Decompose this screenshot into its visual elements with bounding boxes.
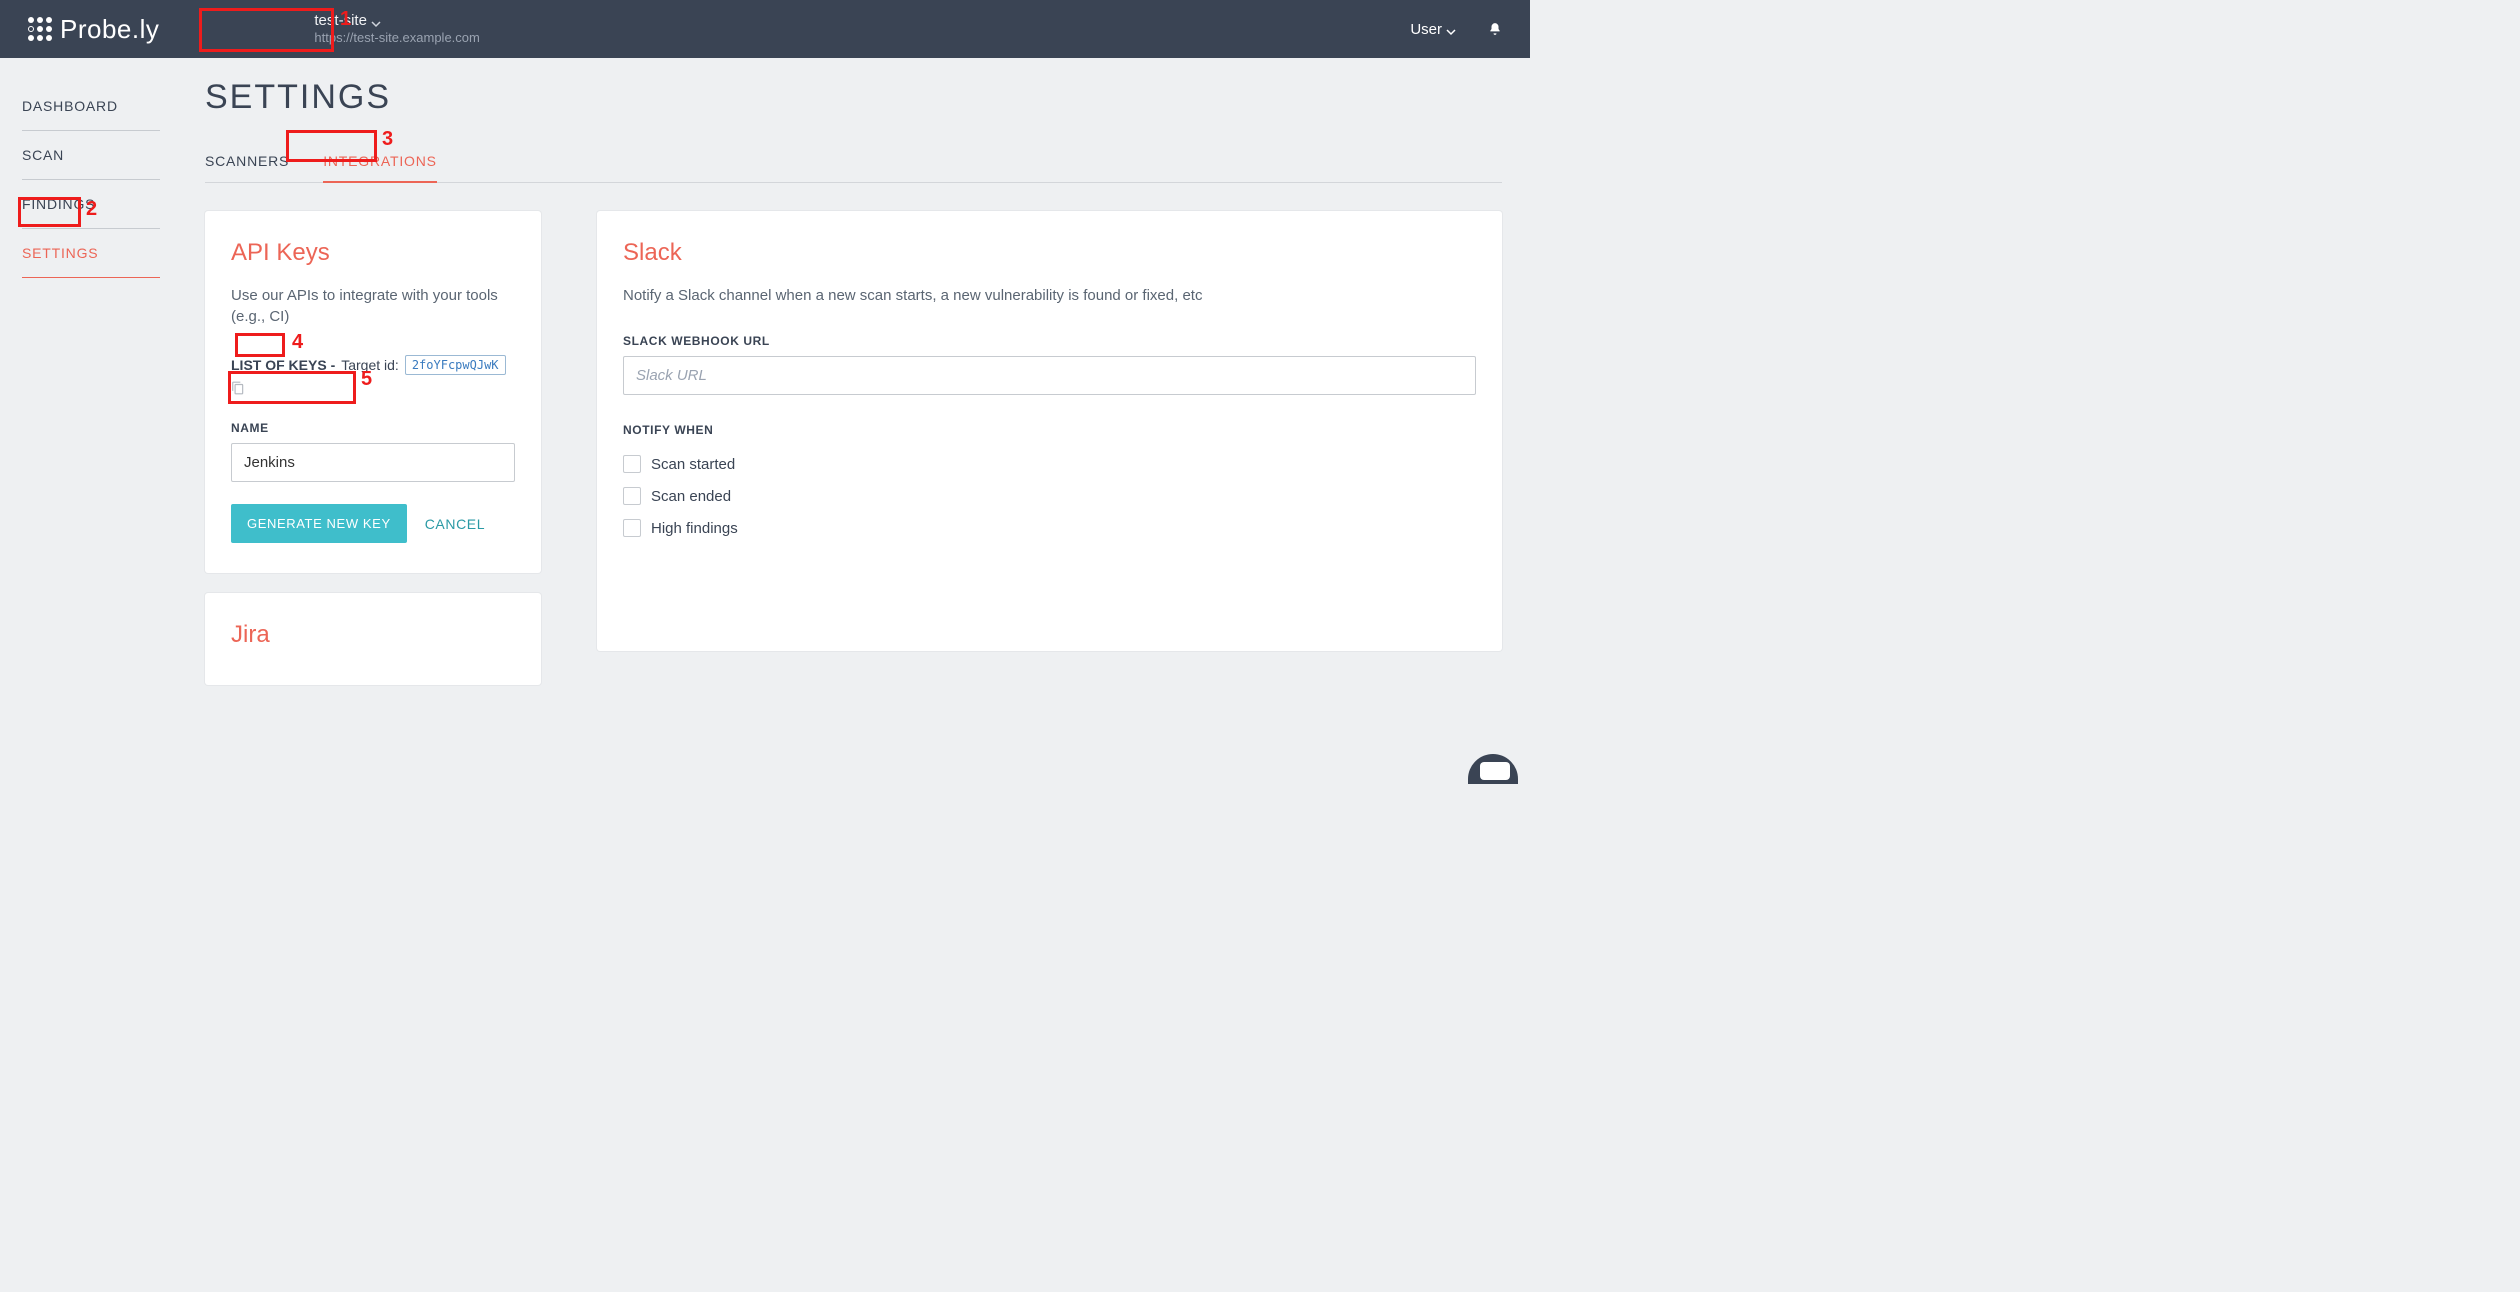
chat-fab[interactable]	[1468, 754, 1518, 784]
notify-option[interactable]: Scan started	[623, 455, 1476, 473]
card-title: Slack	[623, 239, 1476, 267]
keys-line: LIST OF KEYS - Target id: 2foYFcpwQJwK	[231, 355, 515, 395]
brand-logo[interactable]: Probe.ly	[28, 14, 159, 45]
list-of-keys-label: LIST OF KEYS -	[231, 357, 335, 373]
sidebar: DASHBOARD SCAN FINDINGS SETTINGS	[0, 58, 160, 278]
site-url: https://test-site.example.com	[314, 30, 479, 46]
cancel-button[interactable]: CANCEL	[425, 516, 485, 532]
notify-option[interactable]: High findings	[623, 519, 1476, 537]
sidebar-item-dashboard[interactable]: DASHBOARD	[22, 82, 160, 131]
copy-icon[interactable]	[231, 381, 245, 395]
site-picker[interactable]: test-site https://test-site.example.com	[314, 12, 479, 46]
sidebar-item-scan[interactable]: SCAN	[22, 131, 160, 180]
tabs: SCANNERS INTEGRATIONS	[205, 143, 1502, 183]
card-jira: Jira	[205, 593, 541, 685]
site-name: test-site	[314, 12, 367, 30]
card-title: Jira	[231, 621, 515, 649]
checkbox-icon	[623, 455, 641, 473]
card-desc: Use our APIs to integrate with your tool…	[231, 285, 515, 327]
tab-scanners[interactable]: SCANNERS	[205, 143, 289, 182]
tab-integrations[interactable]: INTEGRATIONS	[323, 143, 437, 183]
chevron-down-icon	[371, 16, 381, 26]
bell-icon[interactable]	[1488, 22, 1502, 36]
user-menu[interactable]: User	[1410, 21, 1456, 38]
card-api-keys: API Keys Use our APIs to integrate with …	[205, 211, 541, 573]
notify-when-label: NOTIFY WHEN	[623, 423, 1476, 437]
target-id-value: 2foYFcpwQJwK	[405, 355, 506, 375]
checkbox-icon	[623, 487, 641, 505]
main: SETTINGS SCANNERS INTEGRATIONS API Keys …	[205, 58, 1502, 705]
generate-key-button[interactable]: GENERATE NEW KEY	[231, 504, 407, 543]
chat-icon	[1480, 762, 1510, 780]
card-desc: Notify a Slack channel when a new scan s…	[623, 285, 1476, 306]
key-name-input[interactable]	[231, 443, 515, 482]
webhook-url-label: SLACK WEBHOOK URL	[623, 334, 1476, 348]
card-title: API Keys	[231, 239, 515, 267]
logo-dots-icon	[28, 17, 52, 41]
sidebar-item-findings[interactable]: FINDINGS	[22, 180, 160, 229]
checkbox-icon	[623, 519, 641, 537]
slack-url-input[interactable]	[623, 356, 1476, 395]
sidebar-item-settings[interactable]: SETTINGS	[22, 229, 160, 278]
brand-name: Probe.ly	[60, 14, 159, 45]
page-title: SETTINGS	[205, 78, 1502, 117]
target-id-label: Target id:	[341, 357, 399, 373]
card-slack: Slack Notify a Slack channel when a new …	[597, 211, 1502, 651]
user-label: User	[1410, 21, 1442, 38]
name-label: NAME	[231, 421, 515, 435]
topbar: Probe.ly test-site https://test-site.exa…	[0, 0, 1530, 58]
notify-option[interactable]: Scan ended	[623, 487, 1476, 505]
chevron-down-icon	[1446, 24, 1456, 34]
